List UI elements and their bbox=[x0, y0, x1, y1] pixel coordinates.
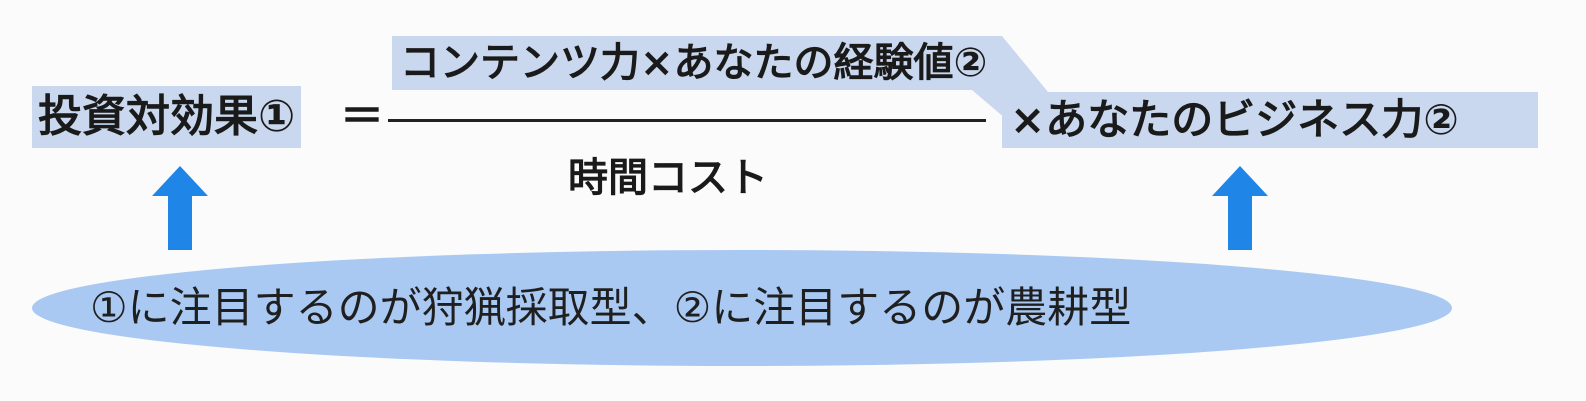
arrow-up-left-icon bbox=[152, 166, 208, 250]
arrow-up-right-icon bbox=[1212, 166, 1268, 250]
caption-text: ①に注目するのが狩猟採取型、②に注目するのが農耕型 bbox=[90, 283, 1132, 332]
